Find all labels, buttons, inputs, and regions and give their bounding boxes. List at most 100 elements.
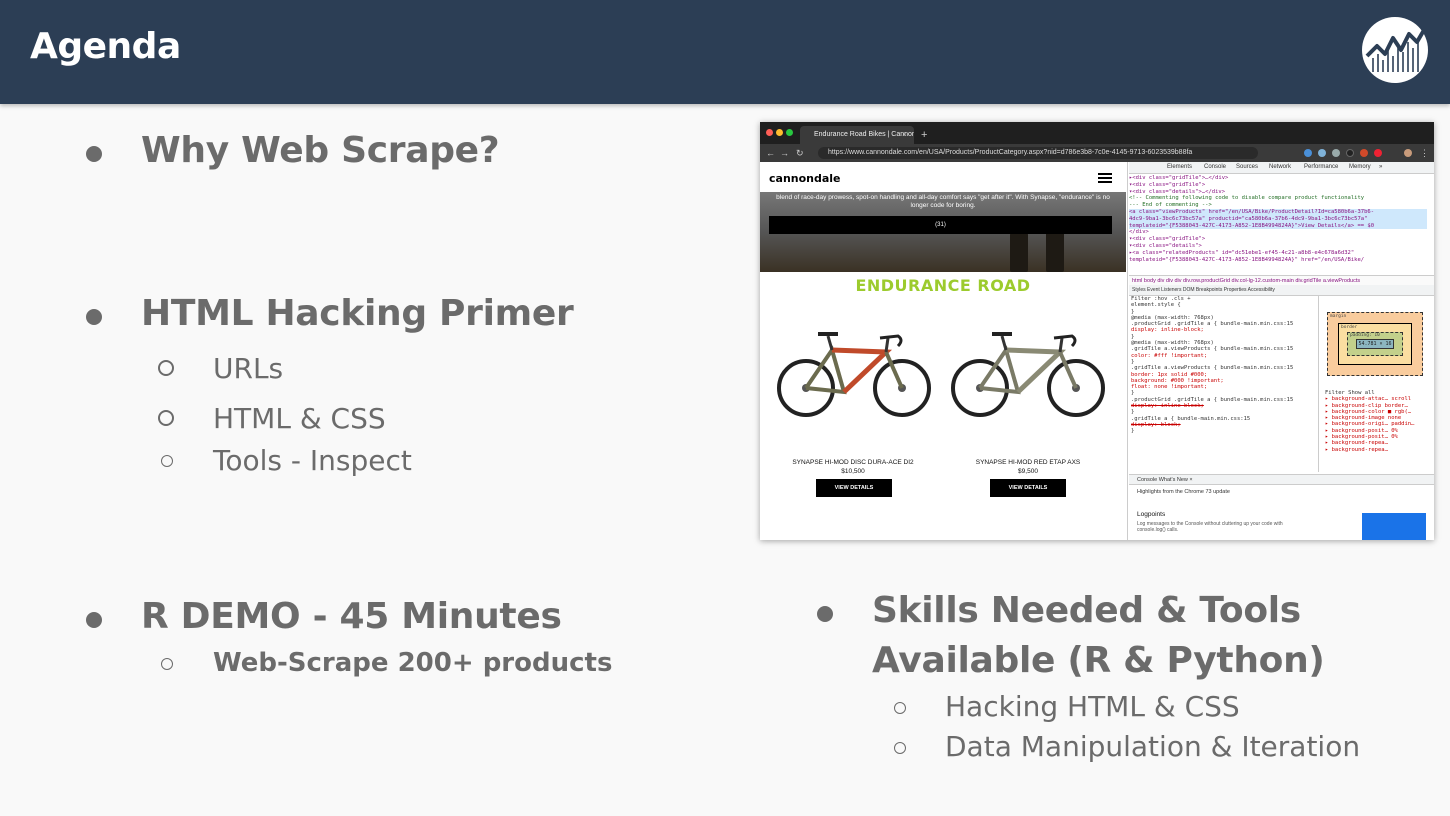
drawer-heading: Highlights from the Chrome 73 update <box>1137 489 1230 495</box>
box-model-border: border padding: 10 54.781 × 16 <box>1338 323 1412 365</box>
code-line[interactable]: ▾<div class="details"> <box>1129 243 1427 250</box>
box-model-padding: padding: 10 54.781 × 16 <box>1347 332 1403 356</box>
menu-kebab-icon[interactable]: ⋮ <box>1420 147 1429 159</box>
bullet-skills-line1: Skills Needed & Tools <box>872 590 1301 631</box>
sub-bullet-tools-inspect: Tools - Inspect <box>213 444 412 477</box>
devtools-tab-console[interactable]: Console <box>1204 164 1226 170</box>
sub-bullet-ring <box>894 742 906 754</box>
sub-bullet-urls: URLs <box>213 352 284 385</box>
sub-bullet-ring <box>161 455 173 467</box>
new-tab-icon[interactable]: + <box>921 126 927 144</box>
devtools-tab-performance[interactable]: Performance <box>1304 164 1338 170</box>
category-title: ENDURANCE ROAD <box>855 276 1031 295</box>
product-price: $10,500 <box>841 468 865 475</box>
code-line[interactable]: <!-- Commenting following code to disabl… <box>1129 195 1427 202</box>
sub-bullet-data-manipulation: Data Manipulation & Iteration <box>945 730 1361 763</box>
elements-tree: ▸<div class="gridTile">…</div> ▾<div cla… <box>1129 175 1427 275</box>
bullet-html-hacking-primer: HTML Hacking Primer <box>141 293 574 334</box>
dom-breadcrumbs[interactable]: html body div div div div.row.productGri… <box>1129 275 1434 285</box>
code-line[interactable]: ▾<div class="gridTile"> <box>1129 182 1427 189</box>
browser-tab-bar: Endurance Road Bikes | Cannondale × + <box>760 122 1434 144</box>
extension-icon[interactable] <box>1304 149 1312 157</box>
maximize-window-icon[interactable] <box>786 129 793 136</box>
bullet-dot <box>817 606 833 622</box>
close-window-icon[interactable] <box>766 129 773 136</box>
extension-icon[interactable] <box>1374 149 1382 157</box>
view-details-button[interactable]: VIEW DETAILS <box>816 479 892 497</box>
profile-avatar[interactable] <box>1404 149 1412 157</box>
drawer-tabs[interactable]: Console What's New × <box>1129 475 1434 485</box>
style-line[interactable]: .gridTile a.viewProducts { bundle-main.m… <box>1129 346 1318 352</box>
slide-header: Agenda <box>0 0 1450 104</box>
style-line: } <box>1131 428 1135 435</box>
browser-tab[interactable]: Endurance Road Bikes | Cannondale <box>800 126 914 144</box>
code-line[interactable]: ▾<div class="details">…</div> <box>1129 189 1427 196</box>
devtools-drawer: Console What's New × Highlights from the… <box>1129 474 1434 540</box>
code-line[interactable]: ▸<a class="relatedProducts" id="dc51ebe1… <box>1129 250 1427 257</box>
bullet-skills-line2: Available (R & Python) <box>872 640 1325 681</box>
view-details-button[interactable]: VIEW DETAILS <box>990 479 1066 497</box>
sub-bullet-hacking-html-css: Hacking HTML & CSS <box>945 690 1240 723</box>
bike-image[interactable] <box>774 322 934 424</box>
site-hero-banner: blend of race-day prowess, spot-on handl… <box>760 192 1126 272</box>
product-price: $9,500 <box>1018 468 1038 475</box>
code-line-selected[interactable]: templateid="{F5388043-427C-4173-A852-1E8… <box>1129 222 1427 230</box>
tab-close-icon[interactable]: × <box>902 126 907 144</box>
minimize-window-icon[interactable] <box>776 129 783 136</box>
extension-icon[interactable] <box>1318 149 1326 157</box>
bullet-r-demo: R DEMO - 45 Minutes <box>141 596 562 637</box>
drawer-description: Log messages to the Console without clut… <box>1137 521 1283 533</box>
sub-bullet-web-scrape-products: Web-Scrape 200+ products <box>213 648 613 678</box>
style-line[interactable]: .gridTile a.viewProducts { bundle-main.m… <box>1129 365 1318 371</box>
url-field[interactable]: https://www.cannondale.com/en/USA/Produc… <box>818 147 1258 159</box>
computed-styles-pane: Filter Show all ▸ background-attac… scro… <box>1323 390 1433 470</box>
back-icon[interactable]: ← <box>766 147 775 159</box>
code-line[interactable]: ▾<div class="gridTile"> <box>1129 236 1427 243</box>
slide-title: Agenda <box>30 26 181 67</box>
devtools-tab-memory[interactable]: Memory <box>1349 164 1371 170</box>
sub-bullet-ring <box>158 360 174 376</box>
devtools-tab-network[interactable]: Network <box>1269 164 1291 170</box>
product-name[interactable]: SYNAPSE HI-MOD RED ETAP AXS <box>943 459 1113 466</box>
devtools-tab-elements[interactable]: Elements <box>1167 164 1192 170</box>
code-line[interactable]: ▸<div class="gridTile">…</div> <box>1129 175 1427 182</box>
site-brand-logo[interactable]: cannondale <box>769 172 841 185</box>
devtools-tab-sources[interactable]: Sources <box>1236 164 1258 170</box>
bullet-dot <box>86 612 102 628</box>
devtools-panel: Elements Console Sources Network Perform… <box>1129 162 1434 540</box>
sub-bullet-ring <box>158 410 174 426</box>
styles-subtabs[interactable]: Styles Event Listeners DOM Breakpoints P… <box>1129 285 1434 296</box>
extension-icon[interactable] <box>1332 149 1340 157</box>
code-line-selected[interactable]: <a class="viewProducts" href="/en/USA/Bi… <box>1129 208 1427 216</box>
devtools-tabs: Elements Console Sources Network Perform… <box>1129 162 1434 174</box>
reload-icon[interactable]: ↻ <box>796 147 804 159</box>
box-model-content: 54.781 × 16 <box>1356 339 1394 349</box>
product-name[interactable]: SYNAPSE HI-MOD DISC DURA-ACE DI2 <box>768 459 938 466</box>
bullet-dot <box>86 309 102 325</box>
extension-icon[interactable] <box>1360 149 1368 157</box>
box-model-padding-label: padding: 10 <box>1350 333 1380 338</box>
sub-bullet-ring <box>894 702 906 714</box>
browser-screenshot: Endurance Road Bikes | Cannondale × + ← … <box>760 122 1434 540</box>
hero-button[interactable]: (31) <box>769 216 1112 234</box>
sub-bullet-html-css: HTML & CSS <box>213 402 386 435</box>
code-line-selected[interactable]: 4dc9-9ba1-3bc6c73bc57a" productid="ca580… <box>1129 215 1427 223</box>
box-model-diagram: margin border padding: 10 54.781 × 16 <box>1327 312 1423 376</box>
logo-icon <box>1362 17 1428 83</box>
sub-bullet-ring <box>161 658 173 670</box>
code-line[interactable]: </div> <box>1129 229 1427 236</box>
styles-pane: Filter :hov .cls + element.style { } @me… <box>1129 296 1319 472</box>
code-line[interactable]: templateid="{F5388043-427C-4173-A852-1E8… <box>1129 257 1427 264</box>
devtools-tab-more[interactable]: » <box>1379 164 1382 170</box>
hero-text: blend of race-day prowess, spot-on handl… <box>776 194 1110 209</box>
hamburger-menu-icon[interactable] <box>1098 173 1112 183</box>
extension-icon[interactable] <box>1346 149 1354 157</box>
bullet-why-web-scrape: Why Web Scrape? <box>141 130 500 171</box>
bike-image[interactable] <box>948 322 1108 424</box>
box-model-margin-label: margin <box>1330 314 1347 319</box>
code-line[interactable]: --- End of commenting --> <box>1129 202 1427 209</box>
computed-line[interactable]: ▸ background-repea… <box>1323 447 1433 453</box>
box-model-border-label: border <box>1341 325 1358 330</box>
forward-icon[interactable]: → <box>780 147 789 159</box>
website-viewport: cannondale blend of race-day prowess, sp… <box>760 162 1128 540</box>
